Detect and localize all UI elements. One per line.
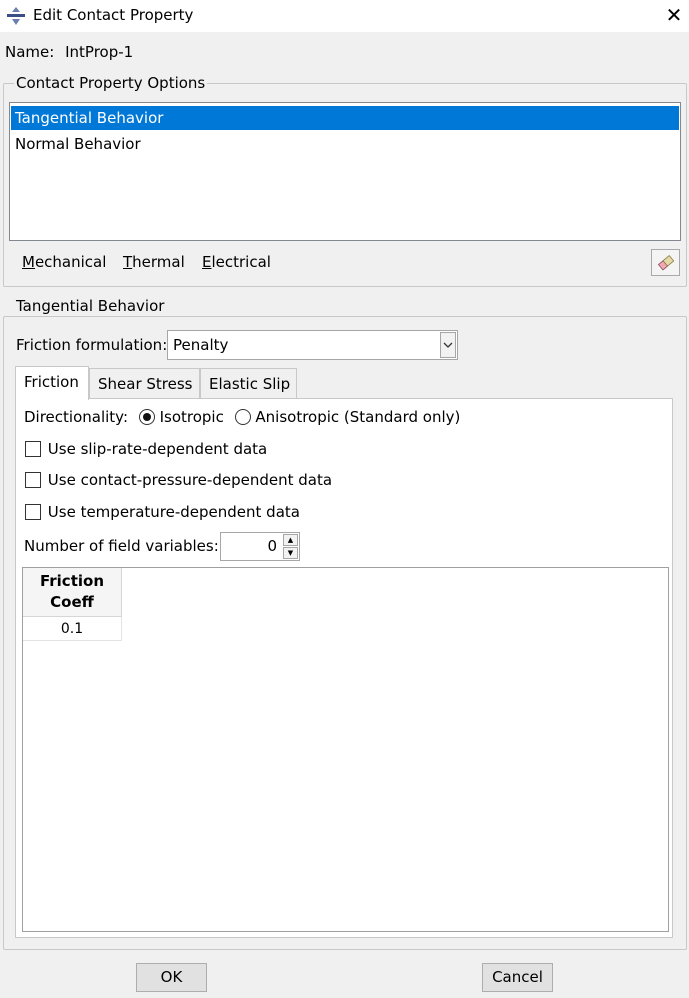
- spin-up-icon[interactable]: ▲: [283, 534, 298, 546]
- menu-mechanical[interactable]: Mechanical: [22, 253, 106, 271]
- chevron-down-icon[interactable]: [440, 332, 456, 358]
- directionality-label: Directionality:: [24, 408, 129, 426]
- menu-thermal[interactable]: Thermal: [123, 253, 185, 271]
- contact-property-options-list[interactable]: Tangential Behavior Normal Behavior: [9, 102, 681, 241]
- contact-pressure-checkbox-row[interactable]: Use contact-pressure-dependent data: [25, 471, 332, 489]
- friction-formulation-select[interactable]: Penalty: [167, 330, 458, 360]
- friction-data-table[interactable]: Friction Coeff 0.1: [22, 567, 669, 932]
- tangential-behavior-title: Tangential Behavior: [14, 297, 167, 315]
- slip-rate-checkbox[interactable]: [25, 441, 41, 457]
- directionality-row: Directionality: Isotropic Anisotropic (S…: [24, 408, 460, 426]
- field-variables-value: 0: [267, 537, 277, 555]
- list-item-normal-behavior[interactable]: Normal Behavior: [11, 132, 679, 156]
- friction-formulation-value: Penalty: [173, 336, 229, 354]
- close-icon[interactable]: ✕: [662, 3, 686, 27]
- name-label: Name:: [5, 43, 55, 61]
- anisotropic-radio[interactable]: [234, 409, 251, 425]
- spin-down-icon[interactable]: ▼: [283, 547, 298, 559]
- friction-formulation-label: Friction formulation:: [16, 336, 168, 354]
- abaqus-logo-icon: [7, 7, 25, 25]
- contact-pressure-checkbox[interactable]: [25, 472, 41, 488]
- list-item-tangential-behavior[interactable]: Tangential Behavior: [11, 106, 679, 130]
- anisotropic-option[interactable]: Anisotropic (Standard only): [234, 408, 460, 426]
- isotropic-option[interactable]: Isotropic: [138, 408, 229, 426]
- eraser-icon: [657, 254, 675, 271]
- ok-button[interactable]: OK: [136, 963, 207, 992]
- tab-shear-stress[interactable]: Shear Stress: [89, 368, 200, 400]
- slip-rate-checkbox-row[interactable]: Use slip-rate-dependent data: [25, 440, 267, 458]
- tab-elastic-slip[interactable]: Elastic Slip: [200, 368, 297, 400]
- table-cell[interactable]: 0.1: [23, 617, 122, 641]
- menu-electrical[interactable]: Electrical: [202, 253, 271, 271]
- table-header-friction-coeff: Friction Coeff: [23, 568, 122, 617]
- temperature-checkbox[interactable]: [25, 504, 41, 520]
- window-title: Edit Contact Property: [33, 6, 194, 24]
- title-bar: Edit Contact Property ✕: [0, 0, 689, 32]
- name-value: IntProp-1: [65, 43, 134, 61]
- tab-friction[interactable]: Friction: [15, 366, 89, 400]
- delete-option-button[interactable]: [651, 249, 680, 276]
- isotropic-radio[interactable]: [138, 409, 155, 425]
- contact-property-options-title: Contact Property Options: [14, 74, 208, 92]
- cancel-button[interactable]: Cancel: [482, 963, 553, 992]
- temperature-checkbox-row[interactable]: Use temperature-dependent data: [25, 503, 300, 521]
- field-variables-spinner[interactable]: 0 ▲ ▼: [220, 532, 300, 561]
- field-variables-label: Number of field variables:: [24, 537, 219, 555]
- name-row: Name: IntProp-1: [5, 43, 133, 61]
